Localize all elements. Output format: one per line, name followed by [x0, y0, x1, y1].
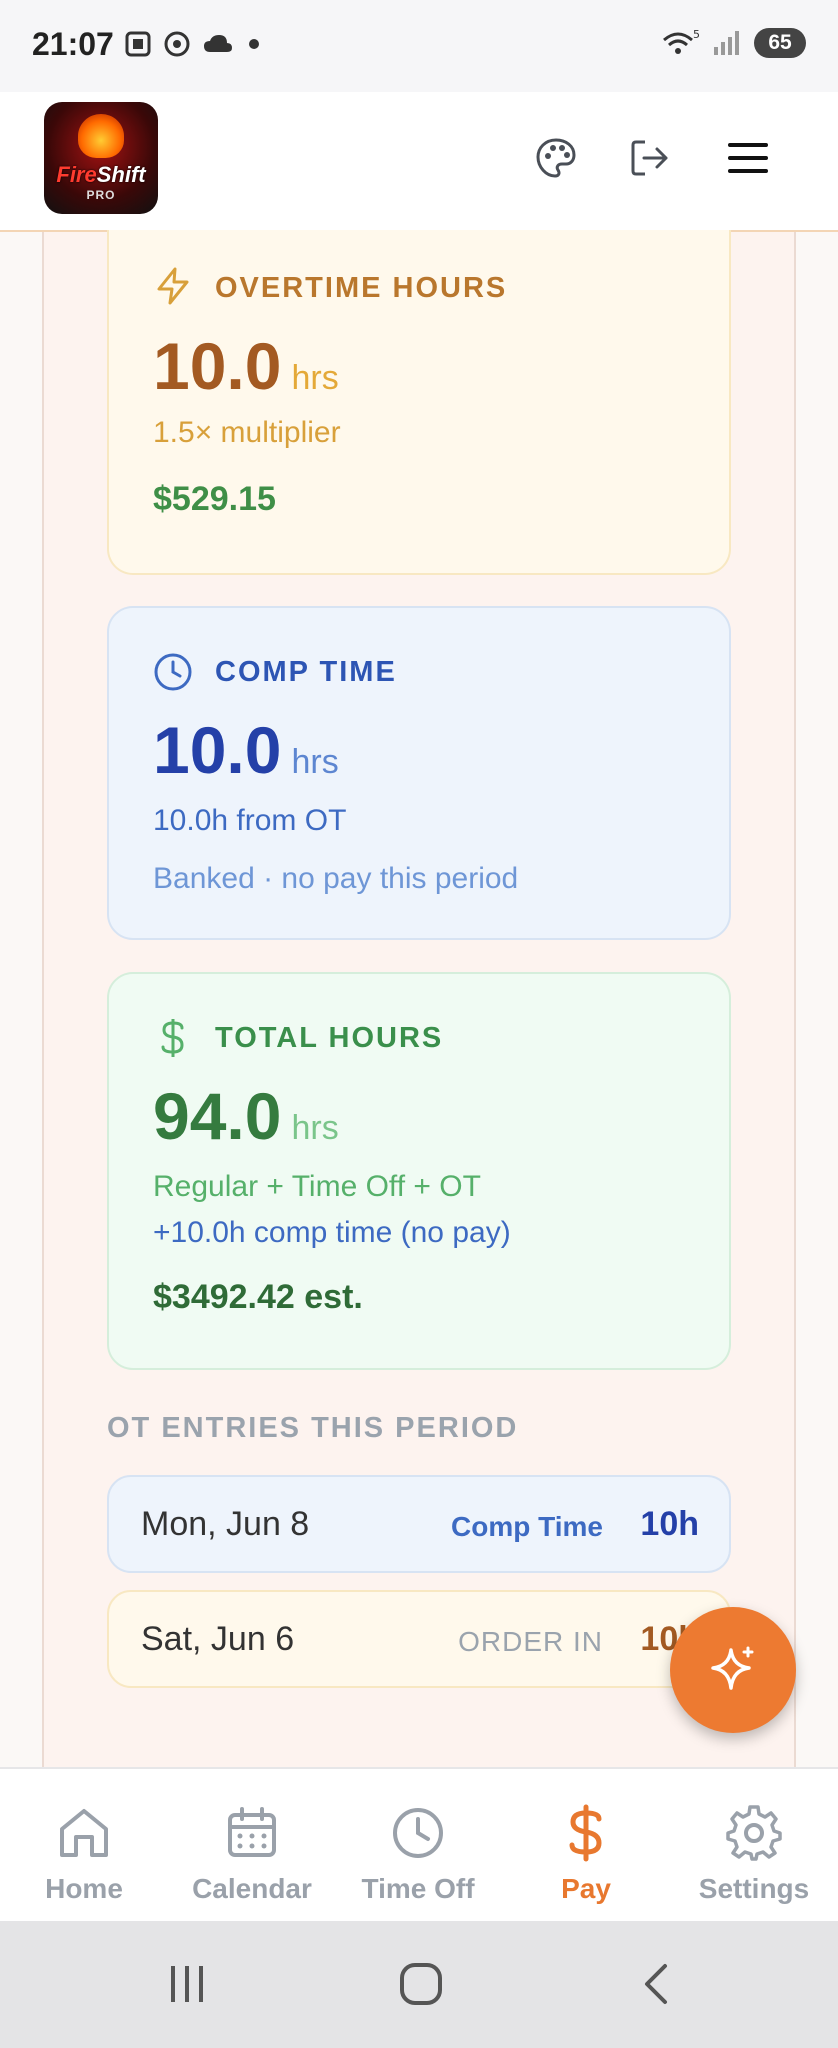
- sparkle-icon: [711, 1646, 754, 1690]
- dollar-icon: [569, 1804, 602, 1862]
- ai-assistant-fab[interactable]: [670, 1607, 796, 1733]
- wifi-icon: 5: [663, 28, 700, 54]
- bottom-navigation: Home Calendar Time Off Pay Settings: [0, 1767, 838, 1921]
- status-notification-icons: [124, 30, 262, 58]
- logo-wordmark: FireShift: [56, 162, 146, 187]
- total-hours-label: TOTAL HOURS: [215, 1022, 444, 1054]
- comp-time-label: COMP TIME: [215, 656, 397, 688]
- app-header: FireShift PRO: [0, 92, 838, 232]
- screenshot-icon: [125, 31, 151, 57]
- back-icon: [645, 1964, 667, 2004]
- overtime-hours-card: OVERTIME HOURS 10.0 hrs 1.5× multiplier $…: [107, 230, 731, 575]
- theme-button[interactable]: [530, 132, 582, 184]
- total-comp-note: +10.0h comp time (no pay): [153, 1216, 511, 1249]
- menu-button[interactable]: [722, 132, 774, 184]
- system-navigation-bar: [0, 1921, 838, 2048]
- ot-entry-date: Mon, Jun 8: [141, 1505, 310, 1543]
- dot-icon: [249, 39, 259, 49]
- chrome-icon: [164, 31, 190, 57]
- ot-entry-hours: 10h: [640, 1505, 699, 1543]
- recents-icon: [171, 1966, 203, 2002]
- nav-home-label: Home: [45, 1873, 123, 1904]
- ot-entry-row[interactable]: Sat, Jun 6 ORDER IN 10h: [107, 1590, 731, 1688]
- ot-entry-type: ORDER IN: [458, 1626, 603, 1657]
- signal-icon: [714, 31, 739, 55]
- overtime-multiplier: 1.5× multiplier: [153, 416, 341, 449]
- total-hours-card: TOTAL HOURS 94.0 hrs Regular + Time Off +…: [107, 972, 731, 1370]
- home-icon: [60, 1809, 108, 1857]
- nav-home[interactable]: Home: [0, 1769, 168, 1923]
- hamburger-icon: [728, 143, 768, 173]
- overtime-label: OVERTIME HOURS: [215, 272, 508, 304]
- overtime-pay: $529.15: [153, 480, 276, 518]
- calendar-icon: [228, 1807, 276, 1857]
- nav-pay-label: Pay: [561, 1873, 611, 1904]
- overtime-value: 10.0 hrs: [153, 329, 339, 403]
- comp-time-note: Banked · no pay this period: [153, 862, 519, 895]
- nav-time-off-label: Time Off: [361, 1873, 475, 1904]
- back-button[interactable]: [622, 1951, 692, 2017]
- palette-icon: [536, 138, 576, 178]
- total-hours-breakdown: Regular + Time Off + OT: [153, 1170, 481, 1203]
- status-system-icons: 5 65: [660, 28, 806, 58]
- logout-icon: [631, 140, 668, 176]
- gear-icon: [726, 1805, 782, 1861]
- nav-calendar[interactable]: Calendar: [168, 1769, 336, 1923]
- logout-button[interactable]: [624, 132, 676, 184]
- app-root: 21:07 5 65 FireShift PRO OVERTIME HOURS …: [0, 0, 838, 2048]
- dollar-icon: [161, 1019, 184, 1057]
- logo-sub: PRO: [86, 188, 116, 202]
- status-time: 21:07: [32, 26, 114, 62]
- ot-entries-title: OT ENTRIES THIS PERIOD: [107, 1412, 519, 1444]
- comp-time-card: COMP TIME 10.0 hrs 10.0h from OT Banked ·…: [107, 606, 731, 940]
- nav-calendar-label: Calendar: [192, 1873, 312, 1904]
- ot-entry-row[interactable]: Mon, Jun 8 Comp Time 10h: [107, 1475, 731, 1573]
- nav-time-off[interactable]: Time Off: [334, 1769, 502, 1923]
- nav-settings-label: Settings: [698, 1873, 810, 1904]
- ot-entry-date: Sat, Jun 6: [141, 1620, 295, 1658]
- status-bar: 21:07 5 65: [0, 0, 838, 92]
- total-hours-value: 94.0 hrs: [153, 1079, 339, 1153]
- clock-icon: [154, 653, 192, 691]
- ot-entry-type: Comp Time: [451, 1511, 603, 1542]
- lightning-icon: [157, 267, 189, 305]
- battery-indicator: 65: [754, 28, 806, 58]
- recents-button[interactable]: [152, 1951, 222, 2017]
- flame-icon: [78, 114, 124, 158]
- home-system-button[interactable]: [386, 1951, 456, 2017]
- nav-pay[interactable]: Pay: [502, 1769, 670, 1923]
- cloud-icon: [204, 35, 232, 52]
- comp-time-value: 10.0 hrs: [153, 713, 339, 787]
- app-logo[interactable]: FireShift PRO: [44, 102, 158, 214]
- home-circle-icon: [400, 1963, 442, 2005]
- nav-settings[interactable]: Settings: [670, 1769, 838, 1923]
- wifi-label: 5: [693, 28, 700, 41]
- total-pay-estimate: $3492.42 est.: [153, 1278, 363, 1316]
- clock-icon: [393, 1808, 443, 1858]
- comp-time-source: 10.0h from OT: [153, 804, 347, 837]
